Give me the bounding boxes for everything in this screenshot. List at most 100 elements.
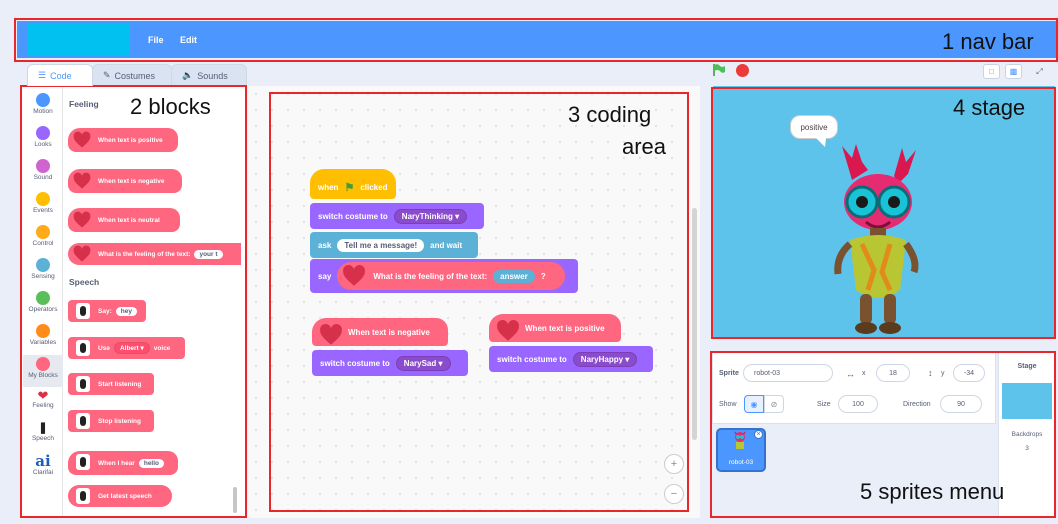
nav-bar	[17, 21, 1056, 58]
costume-dropdown[interactable]: NaryThinking ▾	[393, 208, 468, 224]
sprite-name-input[interactable]: robot-03	[743, 364, 833, 382]
app-logo[interactable]	[27, 24, 130, 56]
category-my-blocks[interactable]: My Blocks	[23, 355, 63, 387]
backdrops-count: 3	[1025, 445, 1029, 452]
microphone-icon	[76, 340, 90, 356]
block-when-text-negative[interactable]: When text is negative	[312, 318, 448, 346]
y-label: y	[941, 370, 945, 377]
tab-code[interactable]: ☰ Code	[27, 64, 93, 86]
stage-thumbnail[interactable]	[1002, 383, 1052, 419]
zoom-in-icon[interactable]: +	[664, 454, 684, 474]
green-flag-icon[interactable]	[712, 63, 726, 77]
reporter-input[interactable]: your t	[194, 249, 223, 259]
sound-dot-icon	[36, 159, 50, 173]
ask-input[interactable]: Tell me a message!	[337, 238, 425, 252]
speaker-icon: 🔈	[182, 70, 194, 80]
block-when-flag-clicked[interactable]: when ⚑ clicked	[310, 169, 396, 199]
size-input[interactable]: 100	[838, 395, 878, 413]
category-looks[interactable]: Looks	[23, 126, 63, 148]
nav-annotation-label: 1 nav bar	[942, 29, 1034, 54]
stage-annotation-label: 4 stage	[953, 95, 1026, 120]
block-when-neutral[interactable]: When text is neutral	[68, 208, 180, 232]
costume-dropdown[interactable]: NaryHappy ▾	[572, 351, 638, 367]
coding-annotation-label-2: area	[622, 134, 667, 159]
block-feeling-reporter[interactable]: What is the feeling of the text: your t	[68, 243, 241, 265]
microphone-icon	[76, 454, 90, 470]
size-label: Size	[817, 401, 831, 408]
block-switch-costume-sad[interactable]: switch costume to NarySad ▾	[312, 350, 468, 376]
feeling-heading: Feeling	[69, 99, 99, 109]
x-arrows-icon: ↔	[846, 369, 855, 379]
file-menu[interactable]: File	[148, 35, 164, 45]
microphone-icon	[76, 376, 90, 392]
category-speech[interactable]: ❚ Speech	[23, 422, 63, 442]
events-dot-icon	[36, 192, 50, 206]
heart-icon	[73, 211, 91, 228]
tab-costumes[interactable]: ✎ Costumes	[92, 64, 172, 86]
block-when-negative[interactable]: When text is negative	[68, 169, 182, 193]
palette-scrollbar[interactable]	[233, 487, 237, 513]
block-start-listening[interactable]: Start listening	[68, 373, 154, 395]
brush-icon: ✎	[103, 70, 111, 80]
y-input[interactable]: -34	[953, 364, 985, 382]
block-switch-costume-happy[interactable]: switch costume to NaryHappy ▾	[489, 346, 653, 372]
say-input[interactable]: hey	[115, 306, 137, 316]
delete-sprite-icon[interactable]: ×	[754, 430, 763, 439]
category-feeling[interactable]: ❤ Feeling	[23, 389, 63, 409]
hide-eye-icon[interactable]: ⊘	[764, 395, 784, 413]
category-control[interactable]: Control	[23, 225, 63, 247]
my-blocks-dot-icon	[36, 357, 50, 371]
looks-dot-icon	[36, 126, 50, 140]
block-when-text-positive[interactable]: When text is positive	[489, 314, 621, 342]
block-use-voice[interactable]: Use Albert ▾ voice	[68, 337, 185, 359]
block-stop-listening[interactable]: Stop listening	[68, 410, 154, 432]
tab-label: Sounds	[197, 70, 228, 81]
block-ask-and-wait[interactable]: ask Tell me a message! and wait	[310, 232, 478, 258]
answer-reporter[interactable]: answer	[493, 269, 535, 283]
microphone-icon: ❚	[38, 422, 48, 434]
x-input[interactable]: 18	[876, 364, 910, 382]
sprite-info-panel	[712, 352, 996, 424]
category-sensing[interactable]: Sensing	[23, 258, 63, 280]
fullscreen-icon[interactable]: ⤢	[1031, 64, 1048, 79]
small-stage-icon[interactable]: □	[983, 64, 1000, 79]
microphone-icon	[76, 413, 90, 429]
category-motion[interactable]: Motion	[23, 93, 63, 115]
show-eye-icon[interactable]: ◉	[744, 395, 764, 413]
zoom-out-icon[interactable]: −	[664, 484, 684, 504]
edit-menu[interactable]: Edit	[180, 35, 197, 45]
scratch-editor: File Edit 1 nav bar ☰ Code ✎ Costumes 🔈 …	[0, 0, 1058, 524]
block-when-i-hear[interactable]: When I hear hello	[68, 451, 178, 475]
heart-icon	[497, 320, 519, 341]
operators-dot-icon	[36, 291, 50, 305]
voice-dropdown[interactable]: Albert ▾	[113, 342, 150, 354]
stop-icon[interactable]	[736, 64, 749, 77]
block-get-latest-speech[interactable]: Get latest speech	[68, 485, 172, 507]
heart-icon	[73, 131, 91, 148]
microphone-icon	[76, 303, 90, 319]
category-clarifai[interactable]: ai Clarifai	[23, 454, 63, 477]
category-variables[interactable]: Variables	[23, 324, 63, 346]
category-sound[interactable]: Sound	[23, 159, 63, 181]
stage-pane-title: Stage	[1017, 363, 1037, 370]
speech-bubble: positive	[790, 115, 838, 139]
block-say[interactable]: Say: hey	[68, 300, 146, 322]
costume-dropdown[interactable]: NarySad ▾	[395, 355, 451, 371]
coding-area-scrollbar[interactable]	[692, 208, 697, 440]
microphone-icon	[76, 488, 90, 504]
category-events[interactable]: Events	[23, 192, 63, 214]
tab-sounds[interactable]: 🔈 Sounds	[171, 64, 247, 86]
block-say[interactable]: say What is the feeling of the text: ans…	[310, 259, 578, 293]
sprite-label: Sprite	[719, 370, 739, 377]
blocks-annotation-label: 2 blocks	[130, 94, 211, 119]
block-when-positive[interactable]: When text is positive	[68, 128, 178, 152]
backdrops-label: Backdrops	[1011, 431, 1043, 438]
heart-icon	[73, 245, 91, 262]
direction-input[interactable]: 90	[940, 395, 982, 413]
robot-sprite[interactable]	[828, 140, 924, 336]
block-switch-costume-thinking[interactable]: switch costume to NaryThinking ▾	[310, 203, 484, 229]
feeling-reporter-block[interactable]: What is the feeling of the text: answer …	[337, 262, 566, 290]
hear-input[interactable]: hello	[138, 458, 165, 468]
category-operators[interactable]: Operators	[23, 291, 63, 313]
large-stage-icon[interactable]: ▩	[1005, 64, 1022, 79]
